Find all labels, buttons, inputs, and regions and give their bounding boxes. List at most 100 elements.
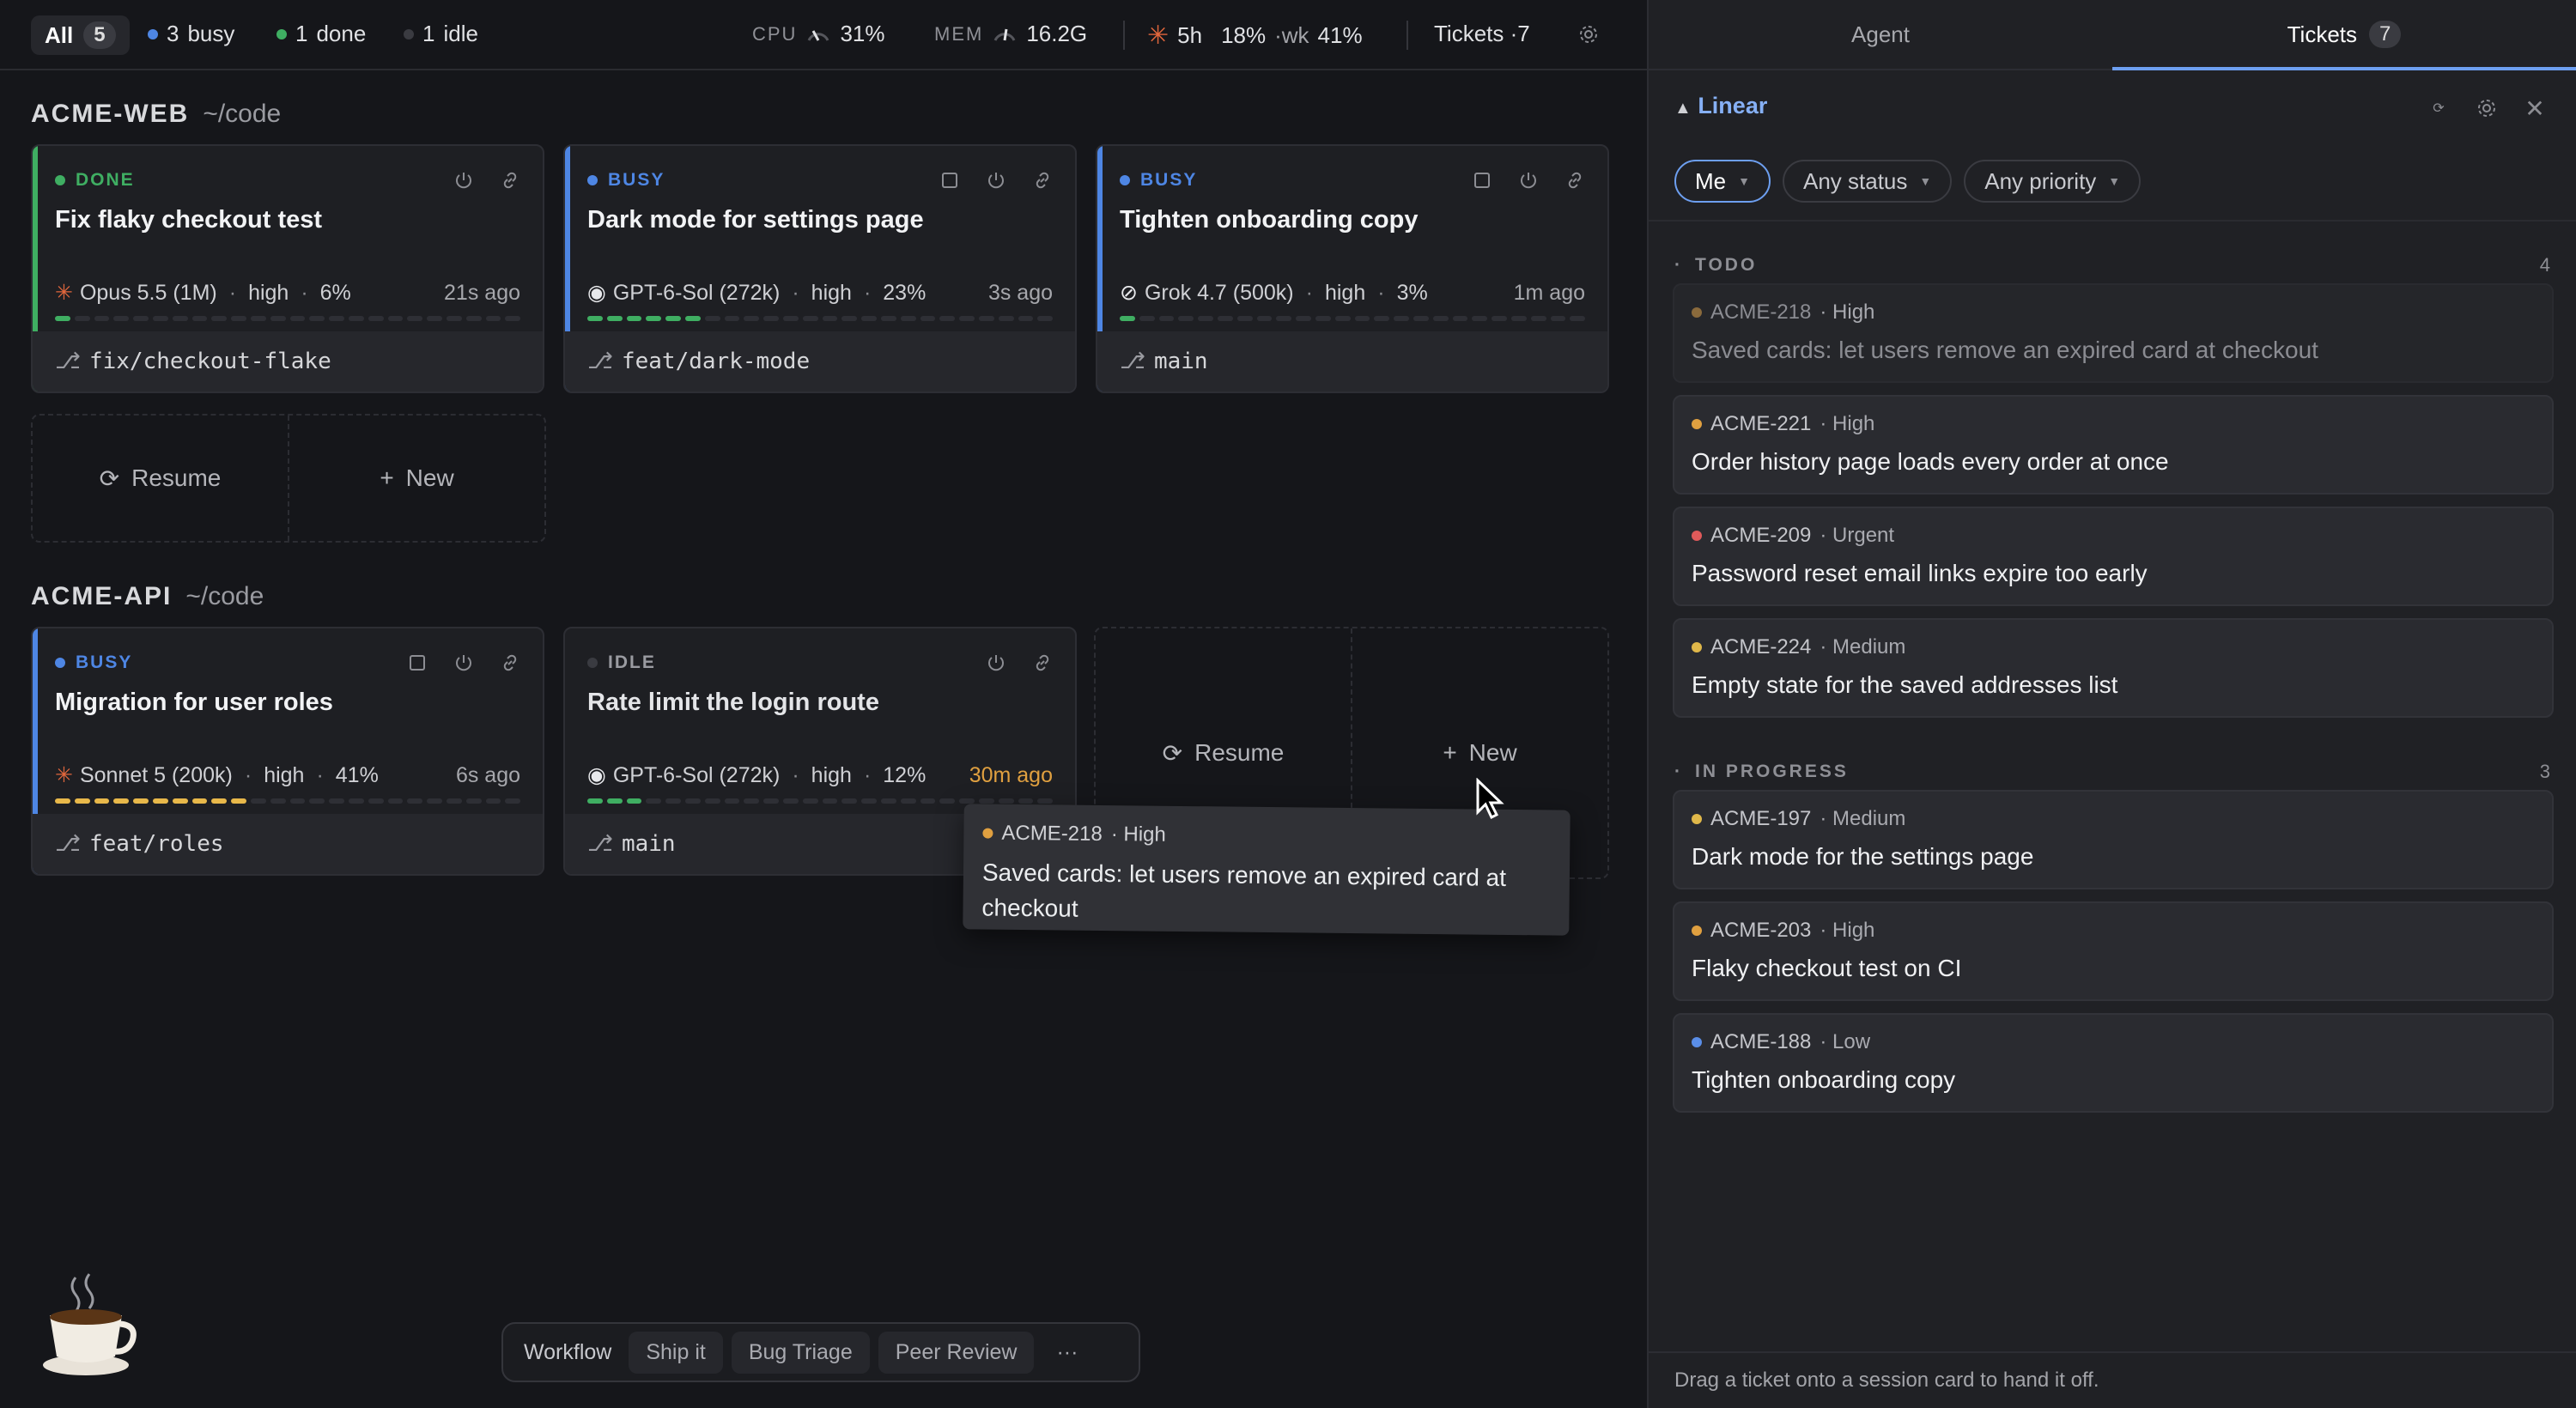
card-meta: ⊘ Grok 4.7 (500k) · high · 3% 1m ago	[1120, 280, 1585, 306]
usage-segment	[1018, 316, 1034, 321]
filter-all-count: 5	[83, 21, 116, 49]
usage-segment	[94, 316, 110, 321]
more-workflows-button[interactable]: ···	[1042, 1340, 1091, 1365]
ticket-priority: · High	[1820, 919, 1875, 942]
status-badge: BUSY	[1120, 170, 1197, 191]
resume-button[interactable]: ⟳ Resume	[33, 416, 288, 541]
link-icon[interactable]	[1558, 163, 1592, 197]
ticket-card[interactable]: ACME-221 · High Order history page loads…	[1673, 395, 2554, 495]
power-icon[interactable]	[447, 163, 481, 197]
session-card[interactable]: BUSY Migration for user roles ✳ Sonnet 5…	[31, 627, 544, 876]
workflow-chip-bug-triage[interactable]: Bug Triage	[731, 1331, 870, 1374]
status-badge: BUSY	[587, 170, 665, 191]
usage-segment	[782, 316, 799, 321]
usage-segment	[998, 316, 1014, 321]
mem-value: 16.2G	[1026, 21, 1088, 46]
filter-idle[interactable]: 1 idle	[404, 21, 478, 47]
dragged-ticket-ghost[interactable]: ACME-218 · High Saved cards: let users r…	[963, 804, 1571, 936]
group-header-in-progress[interactable]: · IN PROGRESS 3	[1674, 761, 2550, 783]
effort-level: high	[1324, 280, 1366, 305]
tab-tickets[interactable]: Tickets 7	[2112, 0, 2576, 70]
ticket-card[interactable]: ACME-203 · High Flaky checkout test on C…	[1673, 901, 2554, 1001]
gear-icon[interactable]	[2470, 91, 2504, 125]
chevron-down-icon: ▼	[1738, 174, 1750, 188]
divider	[1406, 21, 1408, 50]
ticket-card[interactable]: ACME-224 · Medium Empty state for the sa…	[1673, 618, 2554, 718]
stop-icon[interactable]	[933, 163, 967, 197]
workflow-chip-peer-review[interactable]: Peer Review	[878, 1331, 1035, 1374]
cpu-value: 31%	[840, 21, 885, 46]
effort-level: high	[811, 280, 852, 305]
filter-assignee[interactable]: Me ▼	[1674, 160, 1771, 203]
priority-dot	[1692, 531, 1702, 541]
ticket-priority: · Medium	[1820, 807, 1906, 830]
stop-icon[interactable]	[400, 646, 434, 680]
card-actions	[447, 163, 527, 197]
filter-status-label: Any status	[1802, 167, 1908, 194]
mouse-cursor-icon	[1476, 778, 1504, 820]
card-actions	[979, 646, 1060, 680]
separator: ·	[863, 762, 872, 787]
ticket-card[interactable]: ACME-209 · Urgent Password reset email l…	[1673, 507, 2554, 606]
session-card[interactable]: DONE Fix flaky checkout test ✳ Opus 5.5 …	[31, 144, 544, 393]
new-session-button[interactable]: + New	[288, 416, 544, 541]
top-bar: All 5 3 busy 1 done 1 idle CPU 31% MEM 1…	[0, 0, 1647, 70]
filter-done[interactable]: 1 done	[276, 21, 366, 47]
filter-busy[interactable]: 3 busy	[148, 21, 234, 47]
usage-segment	[250, 316, 266, 321]
filter-priority[interactable]: Any priority ▼	[1964, 160, 2142, 203]
usage-segment	[1550, 316, 1566, 321]
power-icon[interactable]	[447, 646, 481, 680]
tab-agent[interactable]: Agent	[1649, 0, 2112, 69]
link-icon[interactable]	[493, 163, 527, 197]
usage-segment	[782, 798, 799, 804]
usage-segment	[407, 316, 423, 321]
usage-segment	[1452, 316, 1468, 321]
idle-dot	[404, 28, 414, 39]
power-icon[interactable]	[979, 163, 1013, 197]
last-activity: 21s ago	[444, 280, 520, 305]
usage-segment	[1315, 316, 1331, 321]
ticket-card[interactable]: ACME-218 · High Saved cards: let users r…	[1673, 283, 2554, 383]
ticket-card[interactable]: ACME-197 · Medium Dark mode for the sett…	[1673, 790, 2554, 889]
stop-icon[interactable]	[1465, 163, 1499, 197]
link-icon[interactable]	[1025, 163, 1060, 197]
link-icon[interactable]	[1025, 646, 1060, 680]
project-header-acme-api: ACME-API ~/code	[31, 582, 264, 611]
effort-level: high	[811, 762, 852, 787]
filter-status[interactable]: Any status ▼	[1782, 160, 1953, 203]
session-card[interactable]: BUSY Dark mode for settings page ◉ GPT-6…	[563, 144, 1077, 393]
close-icon[interactable]: ✕	[2518, 91, 2552, 125]
group-count: 4	[2539, 254, 2550, 276]
session-card[interactable]: BUSY Tighten onboarding copy ⊘ Grok 4.7 …	[1096, 144, 1609, 393]
branch-name: fix/checkout-flake	[88, 349, 331, 374]
separator: ·	[792, 280, 799, 305]
ticket-header: ACME-221 · High	[1692, 412, 2535, 436]
filter-priority-label: Any priority	[1984, 167, 2097, 194]
power-icon[interactable]	[1511, 163, 1546, 197]
ticket-card[interactable]: ACME-188 · Low Tighten onboarding copy	[1673, 1013, 2554, 1113]
workflow-chip-ship-it[interactable]: Ship it	[629, 1331, 723, 1374]
filter-all[interactable]: All 5	[31, 15, 130, 55]
branch-name: main	[1153, 349, 1208, 374]
ticket-priority: · Urgent	[1820, 524, 1895, 547]
project-header-acme-web: ACME-WEB ~/code	[31, 100, 281, 129]
tickets-toggle-label: Tickets ·7	[1434, 21, 1530, 46]
usage-segment	[231, 798, 246, 804]
group-header-todo[interactable]: · TODO 4	[1674, 254, 2550, 276]
refresh-icon[interactable]: ⟳	[2421, 91, 2456, 125]
context-usage-bar	[587, 798, 1054, 804]
last-activity: 30m ago	[969, 762, 1053, 787]
card-actions	[400, 646, 527, 680]
link-icon[interactable]	[493, 646, 527, 680]
usage-wk-label: ·wk	[1274, 22, 1309, 48]
mem-label: MEM	[934, 22, 984, 45]
usage-segment	[978, 316, 994, 321]
busy-label: busy	[187, 21, 235, 46]
power-icon[interactable]	[979, 646, 1013, 680]
tickets-toggle[interactable]: Tickets ·7	[1434, 21, 1530, 47]
grok-icon: ⊘	[1120, 281, 1138, 305]
settings-gear-icon[interactable]	[1571, 17, 1606, 52]
model-name: Sonnet 5 (200k)	[79, 762, 233, 787]
ticket-priority: · High	[1110, 822, 1166, 847]
